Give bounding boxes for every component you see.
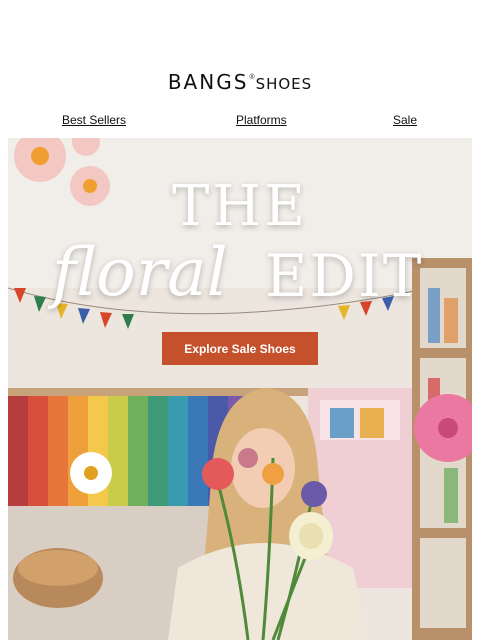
explore-sale-shoes-button[interactable]: Explore Sale Shoes (162, 332, 318, 365)
logo-registered-mark: ® (249, 74, 255, 81)
nav-link-best-sellers[interactable]: Best Sellers (62, 113, 126, 127)
nav-link-sale[interactable]: Sale (393, 113, 417, 127)
hero-title-the: THE (171, 174, 309, 239)
main-nav: Best Sellers Platforms Sale (0, 113, 480, 129)
nav-link-platforms[interactable]: Platforms (236, 113, 287, 127)
logo-sub-text: SHOES (255, 75, 313, 93)
brand-logo[interactable]: BANGS ® SHOES (0, 70, 480, 94)
logo-main-text: BANGS (167, 70, 249, 94)
hero-title-edit: EDIT (265, 242, 424, 310)
hero-title-floral: floral (52, 234, 228, 311)
hero-banner[interactable]: THE floral EDIT Explore Sale Shoes (8, 138, 472, 640)
